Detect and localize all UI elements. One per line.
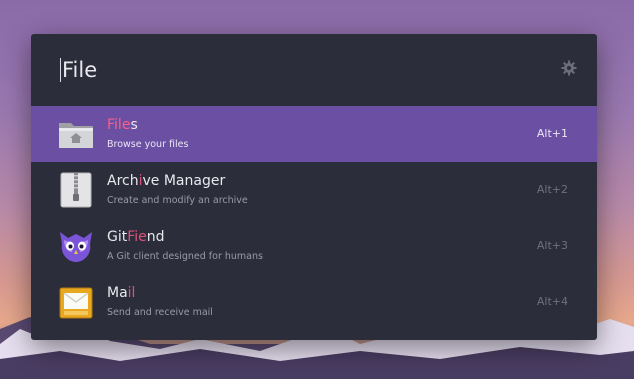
keyboard-shortcut: Alt+3 (536, 239, 568, 252)
result-item-mail[interactable]: Mail Send and receive mail Alt+4 (31, 274, 597, 330)
result-title: Mail (107, 285, 136, 301)
search-bar[interactable]: File (31, 34, 597, 106)
result-description: Create and modify an archive (107, 195, 248, 206)
result-item-gitfiend[interactable]: GitFiend A Git client designed for human… (31, 218, 597, 274)
results-list: Files Browse your files Alt+1 Archive Ma… (31, 106, 597, 330)
result-description: A Git client designed for humans (107, 251, 263, 262)
keyboard-shortcut: Alt+1 (536, 127, 568, 140)
mail-envelope-icon (59, 287, 93, 319)
keyboard-shortcut: Alt+2 (536, 183, 568, 196)
result-description: Send and receive mail (107, 307, 213, 318)
keyboard-shortcut: Alt+4 (536, 295, 568, 308)
folder-home-icon (59, 123, 93, 148)
result-item-archive-manager[interactable]: Archive Manager Create and modify an arc… (31, 162, 597, 218)
result-title: Archive Manager (107, 173, 226, 189)
result-description: Browse your files (107, 139, 189, 150)
result-title: GitFiend (107, 229, 165, 245)
text-cursor (60, 58, 61, 82)
archive-zipper-icon (60, 172, 92, 208)
app-launcher-panel: File Files Browse your files Alt+1 Archi… (31, 34, 597, 340)
result-item-files[interactable]: Files Browse your files Alt+1 (31, 106, 597, 162)
search-input[interactable]: File (62, 56, 97, 84)
gitfiend-owl-icon (60, 232, 92, 262)
gear-icon[interactable] (561, 60, 577, 76)
result-title: Files (107, 117, 138, 133)
